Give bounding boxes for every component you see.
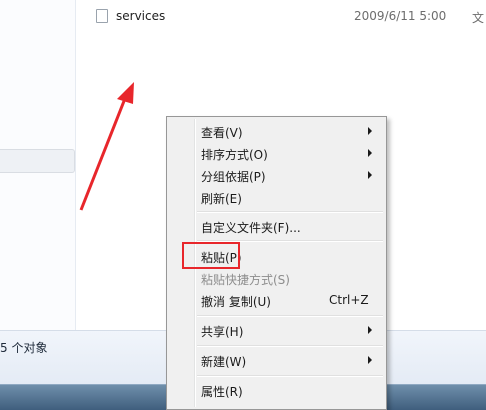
- menu-item-new[interactable]: 新建(W): [169, 349, 384, 371]
- menu-item-share-with[interactable]: 共享(H): [169, 319, 384, 341]
- submenu-arrow-icon: [368, 149, 372, 157]
- menu-item-refresh[interactable]: 刷新(E): [169, 186, 384, 208]
- menu-item-group-by[interactable]: 分组依据(P): [169, 164, 384, 186]
- submenu-arrow-icon: [368, 326, 372, 334]
- menu-separator: [197, 315, 383, 317]
- menu-item-label: 共享(H): [201, 325, 244, 339]
- menu-item-label: 分组依据(P): [201, 170, 266, 184]
- menu-item-undo-copy[interactable]: 撤消 复制(U) Ctrl+Z: [169, 289, 384, 311]
- menu-item-label: 刷新(E): [201, 192, 242, 206]
- menu-separator: [197, 375, 383, 377]
- submenu-arrow-icon: [368, 356, 372, 364]
- menu-item-label: 撤消 复制(U): [201, 295, 271, 309]
- paste-highlight-box: [182, 242, 240, 269]
- menu-item-sort-by[interactable]: 排序方式(O): [169, 142, 384, 164]
- menu-item-label: 粘贴快捷方式(S): [201, 273, 290, 287]
- arrow-head: [117, 82, 134, 104]
- submenu-arrow-icon: [368, 171, 372, 179]
- menu-item-label: 排序方式(O): [201, 148, 268, 162]
- menu-separator: [197, 345, 383, 347]
- menu-item-label: 查看(V): [201, 126, 243, 140]
- menu-item-paste-shortcut: 粘贴快捷方式(S): [169, 267, 384, 289]
- arrow-shaft: [79, 95, 128, 211]
- menu-item-label: 属性(R): [201, 385, 243, 399]
- menu-item-customize-folder[interactable]: 自定义文件夹(F)...: [169, 215, 384, 237]
- submenu-arrow-icon: [368, 127, 372, 135]
- menu-item-shortcut: Ctrl+Z: [329, 293, 369, 307]
- menu-item-label: 新建(W): [201, 355, 247, 369]
- menu-item-properties[interactable]: 属性(R): [169, 379, 384, 401]
- menu-item-label: 自定义文件夹(F)...: [201, 221, 301, 235]
- menu-separator: [197, 211, 383, 213]
- menu-item-view[interactable]: 查看(V): [169, 120, 384, 142]
